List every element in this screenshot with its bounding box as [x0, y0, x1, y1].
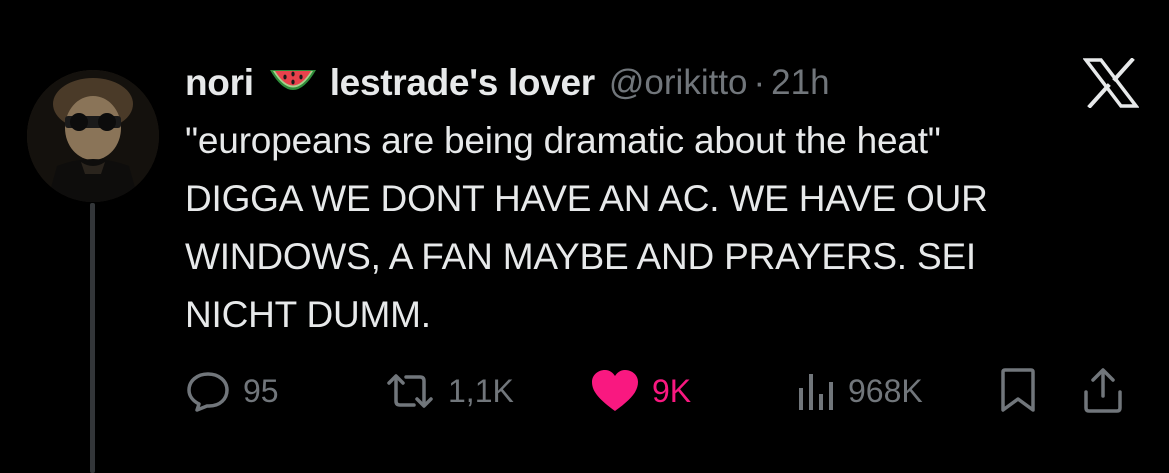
watermelon-emoji-icon: [269, 70, 316, 90]
bookmark-icon[interactable]: [998, 368, 1038, 414]
reply-button[interactable]: 95: [185, 366, 279, 416]
analytics-icon: [799, 374, 833, 410]
tweet-header: nori lestrade's lover @orikitto · 21h: [185, 58, 830, 108]
display-name-text: nori: [185, 62, 254, 103]
repost-button[interactable]: 1,1K: [384, 366, 514, 416]
share-icon[interactable]: [1082, 366, 1124, 414]
display-name[interactable]: nori lestrade's lover: [185, 62, 595, 104]
repost-icon: [387, 374, 433, 408]
thread-line: [90, 203, 95, 473]
timestamp[interactable]: 21h: [771, 63, 829, 103]
tweet[interactable]: nori lestrade's lover @orikitto · 21h "e…: [0, 0, 1169, 473]
like-button[interactable]: 9K: [590, 366, 691, 416]
like-count: 9K: [652, 372, 692, 409]
handle[interactable]: @orikitto: [609, 63, 748, 103]
x-logo-icon[interactable]: [1083, 58, 1139, 108]
avatar-image: [27, 70, 159, 202]
views-button[interactable]: 968K: [796, 366, 923, 416]
repost-count: 1,1K: [448, 372, 514, 409]
views-count: 968K: [848, 372, 923, 409]
heart-icon: [592, 370, 638, 411]
display-name-suffix: lestrade's lover: [329, 62, 596, 103]
reply-count: 95: [243, 372, 279, 409]
separator-dot: ·: [753, 63, 766, 102]
avatar[interactable]: [27, 70, 159, 202]
tweet-text: "europeans are being dramatic about the …: [185, 120, 988, 335]
reply-icon: [187, 372, 229, 412]
